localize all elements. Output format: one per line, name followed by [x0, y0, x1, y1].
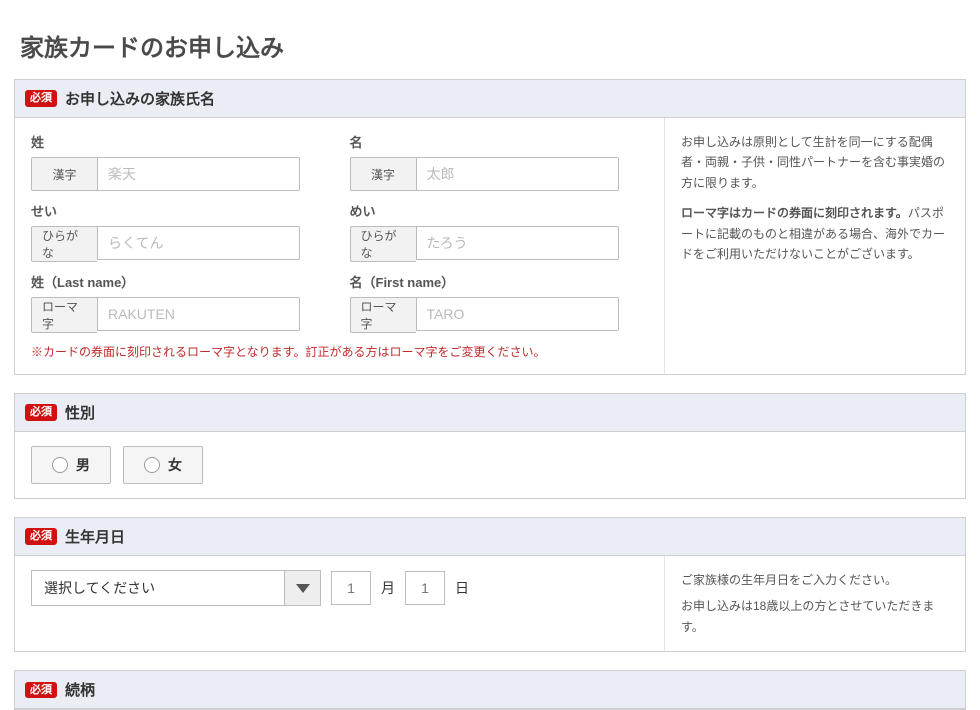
- side-note-text: お申し込みは18歳以上の方とさせていただきます。: [681, 596, 949, 637]
- required-badge: 必須: [25, 90, 57, 106]
- label-sei-hira: せい: [31, 201, 330, 220]
- section-header: 必須 お申し込みの家族氏名: [15, 80, 965, 118]
- section-header: 必須 性別: [15, 394, 965, 432]
- prefix-kanji: 漢字: [31, 157, 97, 191]
- section-gender: 必須 性別 男 女: [14, 393, 966, 499]
- label-mei-hira: めい: [350, 201, 649, 220]
- section-header: 必須 続柄: [15, 671, 965, 709]
- section-title: 性別: [65, 402, 95, 423]
- input-mei-kanji[interactable]: [416, 157, 619, 191]
- input-mei-hira[interactable]: [416, 226, 619, 260]
- side-note-text: お申し込みは原則として生計を同一にする配偶者・両親・子供・同性パートナーを含む事…: [681, 132, 949, 193]
- radio-male[interactable]: 男: [31, 446, 111, 484]
- input-sei-roman[interactable]: [97, 297, 300, 331]
- label-sei-kanji: 姓: [31, 132, 330, 151]
- page-title: 家族カードのお申し込み: [20, 28, 980, 63]
- required-badge: 必須: [25, 682, 57, 698]
- input-mei-roman[interactable]: [416, 297, 619, 331]
- required-badge: 必須: [25, 528, 57, 544]
- radio-label-male: 男: [76, 455, 90, 475]
- section-family-name: 必須 お申し込みの家族氏名 姓 漢字 名 漢字: [14, 79, 966, 375]
- prefix-kanji: 漢字: [350, 157, 416, 191]
- birth-side-note: ご家族様の生年月日をご入力ください。 お申し込みは18歳以上の方とさせていただき…: [665, 556, 965, 651]
- input-sei-hira[interactable]: [97, 226, 300, 260]
- radio-label-female: 女: [168, 455, 182, 475]
- prefix-hiragana: ひらがな: [350, 226, 416, 262]
- required-badge: 必須: [25, 404, 57, 420]
- label-mei-roman: 名（First name）: [350, 272, 649, 291]
- section-header: 必須 生年月日: [15, 518, 965, 556]
- roman-warning: ※カードの券面に刻印されるローマ字となります。訂正がある方はローマ字をご変更くだ…: [31, 343, 648, 360]
- section-title: お申し込みの家族氏名: [65, 88, 215, 109]
- select-year-text: 選択してください: [32, 578, 284, 598]
- select-dropdown-button[interactable]: [284, 571, 320, 605]
- input-sei-kanji[interactable]: [97, 157, 300, 191]
- radio-female[interactable]: 女: [123, 446, 203, 484]
- section-birthdate: 必須 生年月日 選択してください 月 日: [14, 517, 966, 652]
- radio-icon: [144, 457, 160, 473]
- prefix-roman: ローマ字: [31, 297, 97, 333]
- chevron-down-icon: [296, 584, 310, 593]
- section-relation: 必須 続柄: [14, 670, 966, 710]
- radio-icon: [52, 457, 68, 473]
- unit-day: 日: [455, 578, 469, 598]
- label-sei-roman: 姓（Last name）: [31, 272, 330, 291]
- label-mei-kanji: 名: [350, 132, 649, 151]
- prefix-hiragana: ひらがな: [31, 226, 97, 262]
- prefix-roman: ローマ字: [350, 297, 416, 333]
- side-note-bold: ローマ字はカードの券面に刻印されます。: [681, 206, 908, 220]
- select-year[interactable]: 選択してください: [31, 570, 321, 606]
- section-title: 生年月日: [65, 526, 125, 547]
- unit-month: 月: [381, 578, 395, 598]
- name-side-note: お申し込みは原則として生計を同一にする配偶者・両親・子供・同性パートナーを含む事…: [665, 118, 965, 374]
- input-day[interactable]: [405, 571, 445, 605]
- side-note-text: ご家族様の生年月日をご入力ください。: [681, 570, 949, 590]
- input-month[interactable]: [331, 571, 371, 605]
- section-title: 続柄: [65, 679, 95, 700]
